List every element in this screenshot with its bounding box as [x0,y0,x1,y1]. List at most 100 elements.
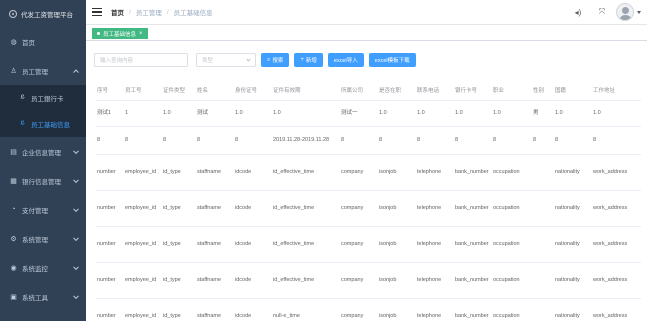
table-cell: 1.0 [378,100,416,127]
sidebar-item-tools[interactable]: ▣ 系统工具 [0,282,86,311]
table-cell: telephone [416,298,454,321]
table-cell: staffname [196,154,234,191]
table-row[interactable]: 测试1 1 1.0 测试 1.0 1.0 测试一 1.0 1.0 1.0 1.0 男 1.0 1.0 [96,100,641,127]
table-row[interactable]: 8 8 8 8 8 2019.11.28-2019.11.28 8 8 8 8 8 8 8 8 [96,126,641,155]
sidebar-item-system[interactable]: ⚙ 系统管理 [0,224,86,253]
filter-toolbar: 输入查询内容 类型 ⌕ 搜索 + 新增 excel导入 excel模板下载 [94,53,416,67]
fullscreen-icon[interactable]: ⤧ [596,6,608,18]
sidebar-item-monitor[interactable]: ◉ 系统监控 [0,253,86,282]
button-label: excel导入 [333,58,358,64]
table-cell: company [340,154,378,191]
table-cell: bank_number [454,226,492,263]
column-header: 工作地址 [592,80,641,101]
bank-card-icon: ይ [20,94,25,101]
sidebar-item-basic-info[interactable]: ይ 员工基础信息 [0,111,86,137]
column-header: 序号 [96,80,124,101]
button-label: excel模板下载 [374,58,410,64]
breadcrumb-separator: / [129,8,131,16]
sidebar-item-employee[interactable]: ♙ 员工管理 [0,56,86,85]
table-header-row: 序号 员工号 证件类型 姓名 身份证号 证件有效期 所属公司 是否在职 联系电话 银行卡号 职业 性别… [96,80,641,101]
table-cell: 8 [162,126,196,155]
brand-title: 代发工资管理平台 [21,11,73,19]
caret-down-icon[interactable] [637,10,641,14]
sidebar: 代发工资管理平台 ◍ 首页 ♙ 员工管理 ይ 员工銀行卡 ይ 员工基础信息 ▤ … [0,0,86,321]
tool-icon: ▣ [10,293,17,301]
breadcrumb-separator: / [166,8,169,16]
sidebar-item-company[interactable]: ▤ 企业信息管理 [0,137,86,166]
sidebar-item-label: 员工管理 [22,68,48,76]
table-cell: staffname [196,190,234,227]
table-cell: staffname [196,226,234,263]
table-cell: 测试 [196,100,234,127]
search-button[interactable]: ⌕ 搜索 [261,53,290,67]
search-icon: ⌕ [267,56,271,63]
table-row[interactable]: number employee_id id_type staffname idcode n… [96,298,641,321]
search-input[interactable]: 输入查询内容 [94,53,188,67]
table-cell: idcode [234,154,272,191]
table-cell: id_type [162,226,196,263]
sidebar-item-label: 银行信息管理 [22,178,61,186]
column-header: 是否在职 [378,80,416,101]
table-cell: occupation [492,226,532,263]
table-cell: 8 [96,126,124,155]
hamburger-icon[interactable] [92,8,102,16]
chevron-up-icon [73,68,79,75]
table-cell: employee_id [124,154,162,191]
table-cell: work_address [592,298,641,321]
table-cell: id_effective_time [272,190,340,227]
table-cell: nationality [554,154,592,191]
table-cell: 8 [416,126,454,155]
column-header: 姓名 [196,80,234,101]
table-cell: company [340,190,378,227]
table-row[interactable]: number employee_id id_type staffname idcode i… [96,190,641,227]
excel-template-download-button[interactable]: excel模板下载 [368,53,416,67]
table-cell: 8 [340,126,378,155]
table-row[interactable]: number employee_id id_type staffname idcode i… [96,154,641,191]
table-cell: id_type [162,154,196,191]
table-cell: company [340,226,378,263]
sidebar-item-bank[interactable]: ▦ 银行信息管理 [0,166,86,195]
table-cell [532,298,554,321]
table-row[interactable]: number employee_id id_type staffname idcode i… [96,226,641,263]
chevron-down-icon [73,263,79,270]
add-button[interactable]: + 新增 [294,53,323,67]
table-cell: work_address [592,262,641,299]
type-select[interactable]: 类型 [196,53,256,67]
excel-import-button[interactable]: excel导入 [327,53,364,67]
table-cell: idcode [234,226,272,263]
tag-basic-info[interactable]: 员工基础信息 × [92,28,148,39]
table-cell: 1.0 [492,100,532,127]
table-cell: telephone [416,226,454,263]
table-cell: id_effective_time [272,226,340,263]
column-header: 联系电话 [416,80,454,101]
chevron-down-icon [73,147,79,154]
sidebar-item-bank-card[interactable]: ይ 员工銀行卡 [0,85,86,111]
plus-icon: + [300,57,304,63]
table-row[interactable]: number employee_id id_type staffname idcode i… [96,262,641,299]
sidebar-item-payment[interactable]: ◔ 支付管理 [0,195,86,224]
chevron-down-icon [246,57,251,62]
payment-icon: ◔ [11,206,16,213]
dashboard-icon: ◍ [10,38,17,46]
close-icon[interactable]: × [139,31,143,37]
search-placeholder: 输入查询内容 [100,58,134,64]
table-cell [532,190,554,227]
sidebar-item-label: 支付管理 [22,207,48,215]
user-icon: ♙ [10,67,17,75]
breadcrumb-home[interactable]: 首页 [111,7,124,17]
column-header: 员工号 [124,80,162,101]
table-cell: bank_number [454,190,492,227]
table-cell: employee_id [124,190,162,227]
tag-label: 员工基础信息 [103,31,137,38]
table-cell: 1.0 [416,100,454,127]
table-cell: isonjob [378,226,416,263]
table-cell: number [96,262,124,299]
table-cell: 2019.11.28-2019.11.28 [272,126,340,155]
avatar[interactable] [616,3,634,21]
table-cell: 8 [196,126,234,155]
table-cell: idcode [234,262,272,299]
employee-table: 序号 员工号 证件类型 姓名 身份证号 证件有效期 所属公司 是否在职 联系电话 银行卡号 职业 性别… [96,80,641,321]
size-icon[interactable]: ◂) [572,6,584,18]
sidebar-item-home[interactable]: ◍ 首页 [0,27,86,56]
chevron-down-icon [73,292,79,299]
